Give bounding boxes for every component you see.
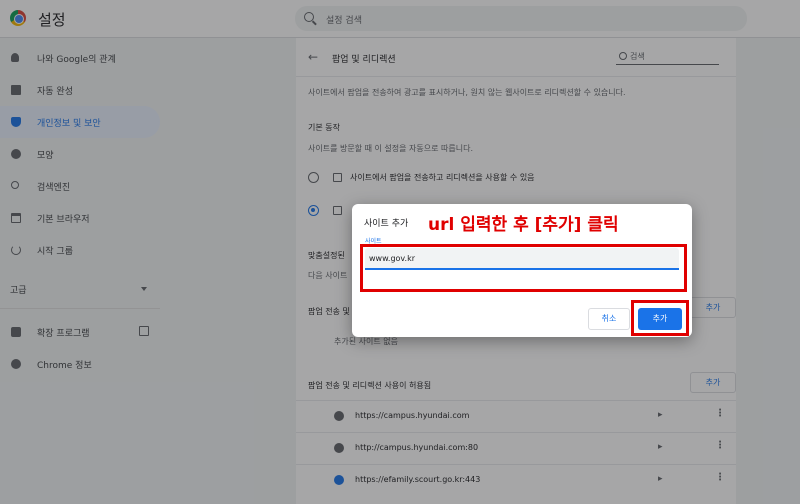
instruction-annotation: url 입력한 후 [추가] 클릭 [428,215,619,235]
dialog-title: 사이트 추가 [364,219,409,229]
cancel-button[interactable]: 취소 [588,308,630,330]
input-highlight-box [360,244,687,292]
add-button-highlight-box [631,300,689,336]
